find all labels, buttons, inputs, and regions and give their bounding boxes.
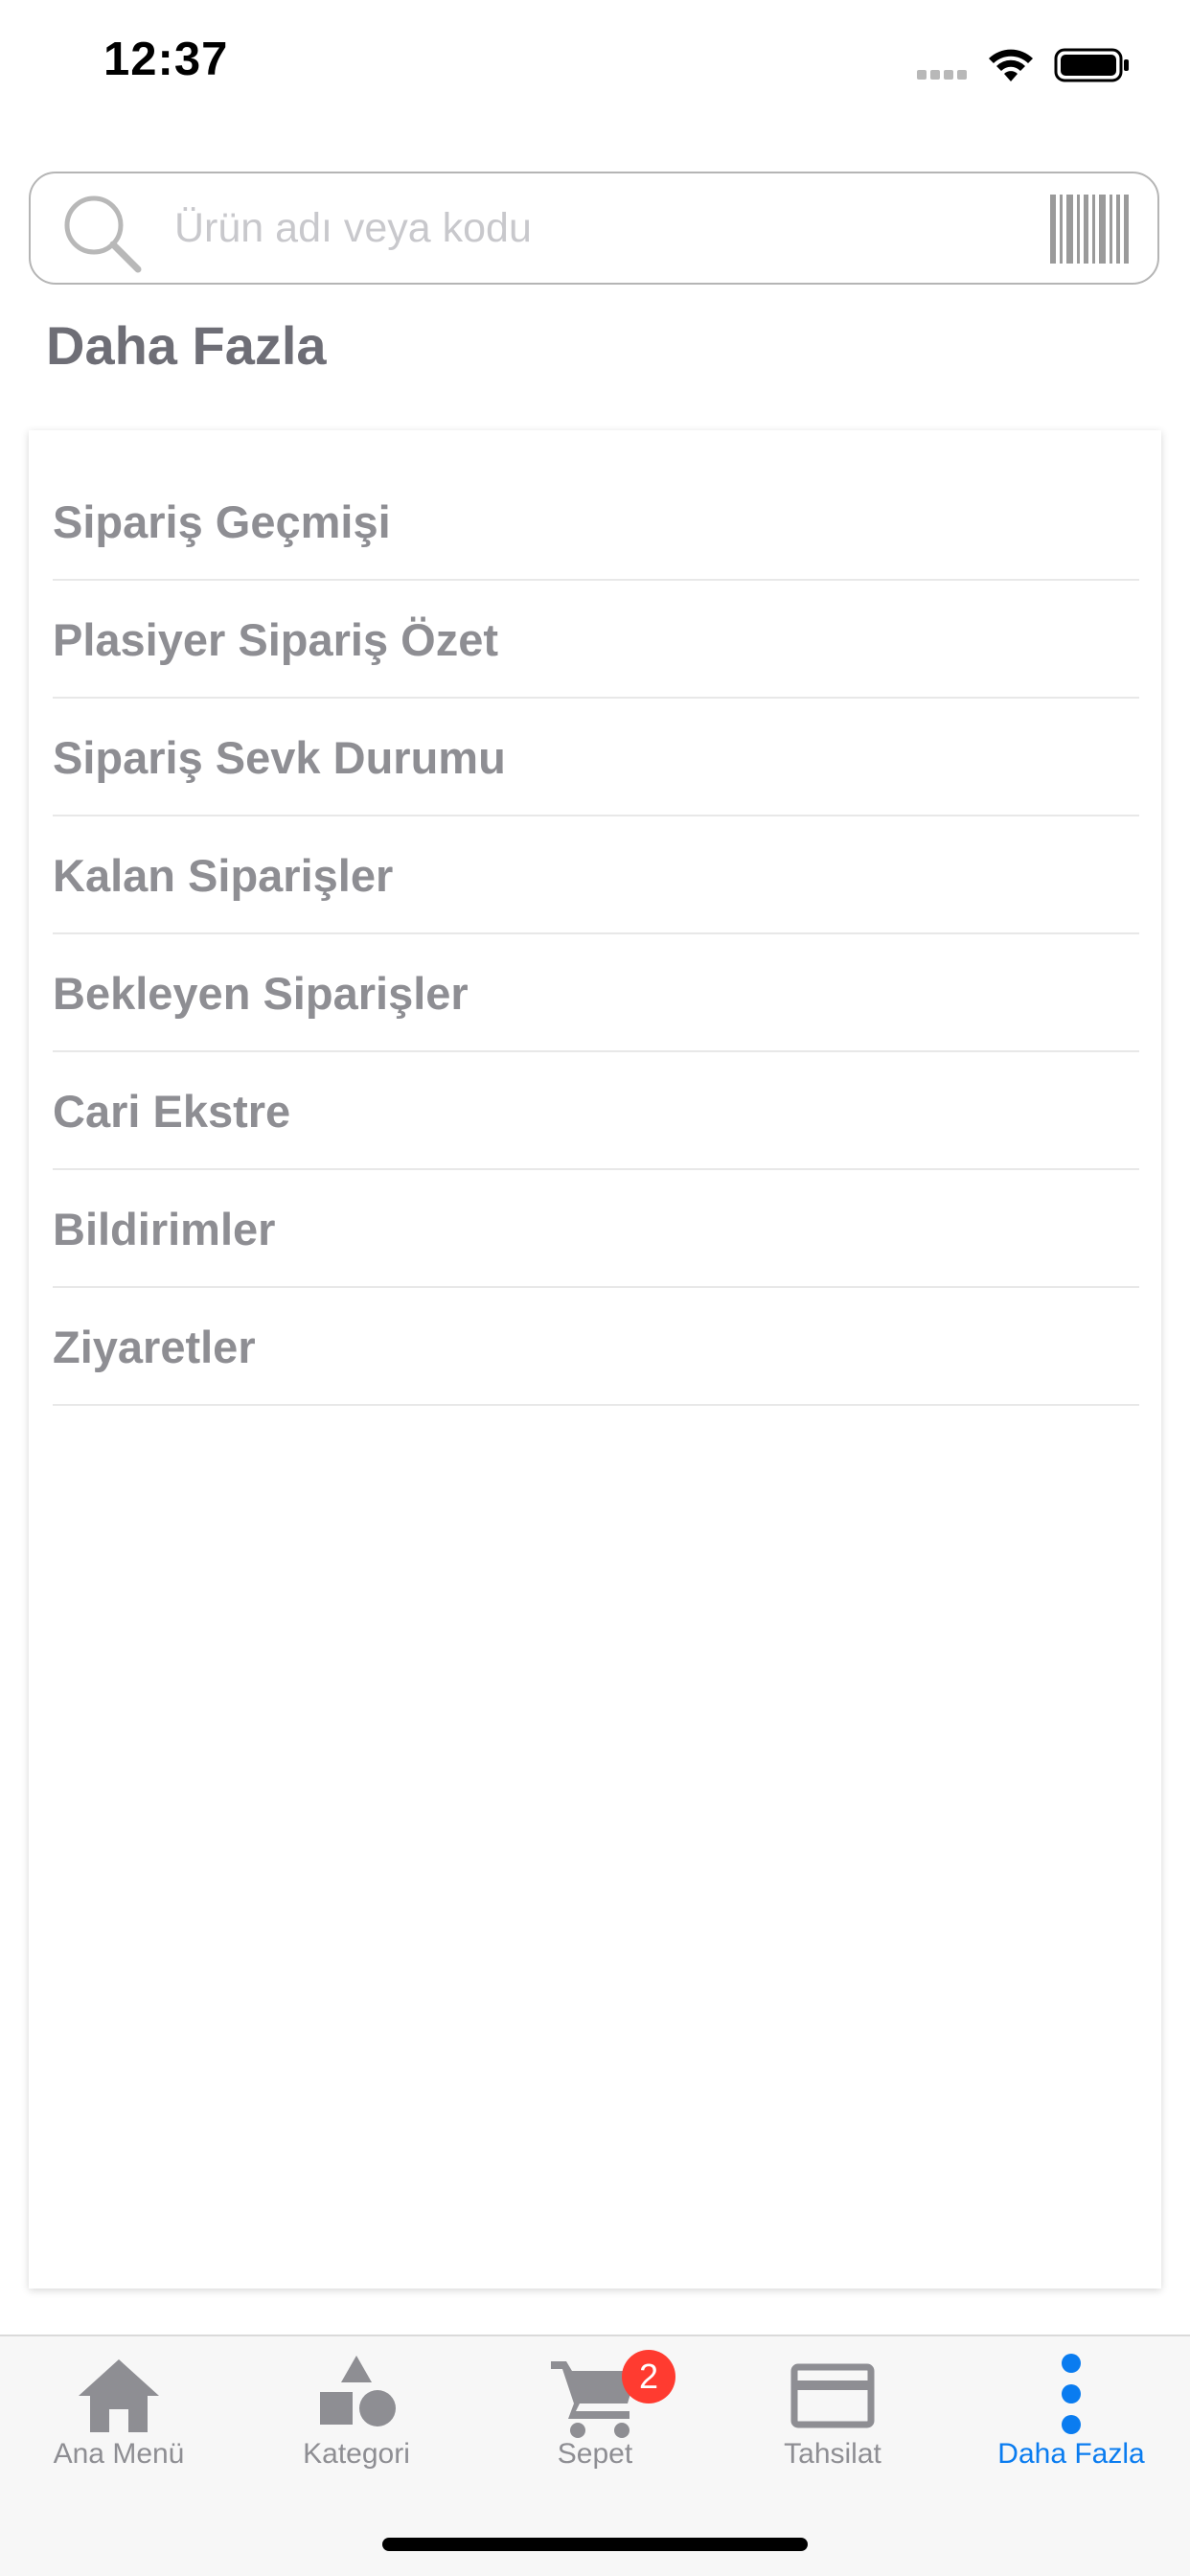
menu-item-bildirimler[interactable]: Bildirimler	[53, 1172, 1139, 1288]
tab-label: Sepet	[557, 2438, 633, 2470]
more-vertical-icon	[1062, 2354, 1081, 2434]
battery-icon	[1054, 48, 1129, 82]
tab-sepet[interactable]: 2 Sepet	[476, 2336, 714, 2490]
menu-list: Sipariş Geçmişi Plasiyer Sipariş Özet Si…	[53, 465, 1139, 1408]
status-time: 12:37	[103, 34, 229, 85]
tab-tahsilat[interactable]: Tahsilat	[714, 2336, 951, 2490]
shapes-icon	[320, 2356, 396, 2426]
tab-label: Kategori	[303, 2438, 410, 2470]
wifi-icon	[989, 49, 1033, 81]
tab-label: Daha Fazla	[997, 2438, 1145, 2470]
menu-item-plasiyer-siparis-ozet[interactable]: Plasiyer Sipariş Özet	[53, 583, 1139, 699]
page-title: Daha Fazla	[46, 315, 327, 376]
menu-item-ziyaretler[interactable]: Ziyaretler	[53, 1290, 1139, 1406]
tab-kategori[interactable]: Kategori	[238, 2336, 475, 2490]
home-icon	[79, 2359, 159, 2432]
tab-ana-menu[interactable]: Ana Menü	[0, 2336, 238, 2490]
credit-card-icon	[790, 2363, 875, 2428]
barcode-icon[interactable]	[1050, 195, 1129, 264]
menu-item-siparis-gecmisi[interactable]: Sipariş Geçmişi	[53, 465, 1139, 581]
status-bar: 12:37	[0, 0, 1190, 126]
cellular-signal-icon	[917, 70, 971, 81]
search-icon	[64, 196, 142, 273]
cart-count-badge: 2	[622, 2350, 675, 2404]
search-input[interactable]	[174, 191, 1018, 265]
tab-daha-fazla[interactable]: Daha Fazla	[952, 2336, 1190, 2490]
menu-item-bekleyen-siparisler[interactable]: Bekleyen Siparişler	[53, 936, 1139, 1052]
search-bar[interactable]	[29, 172, 1159, 285]
menu-item-siparis-sevk-durumu[interactable]: Sipariş Sevk Durumu	[53, 701, 1139, 816]
home-indicator[interactable]	[382, 2538, 808, 2551]
menu-item-cari-ekstre[interactable]: Cari Ekstre	[53, 1054, 1139, 1170]
tab-label: Tahsilat	[784, 2438, 881, 2470]
menu-card: Sipariş Geçmişi Plasiyer Sipariş Özet Si…	[29, 430, 1161, 2288]
menu-item-kalan-siparisler[interactable]: Kalan Siparişler	[53, 818, 1139, 934]
tab-label: Ana Menü	[53, 2438, 185, 2470]
